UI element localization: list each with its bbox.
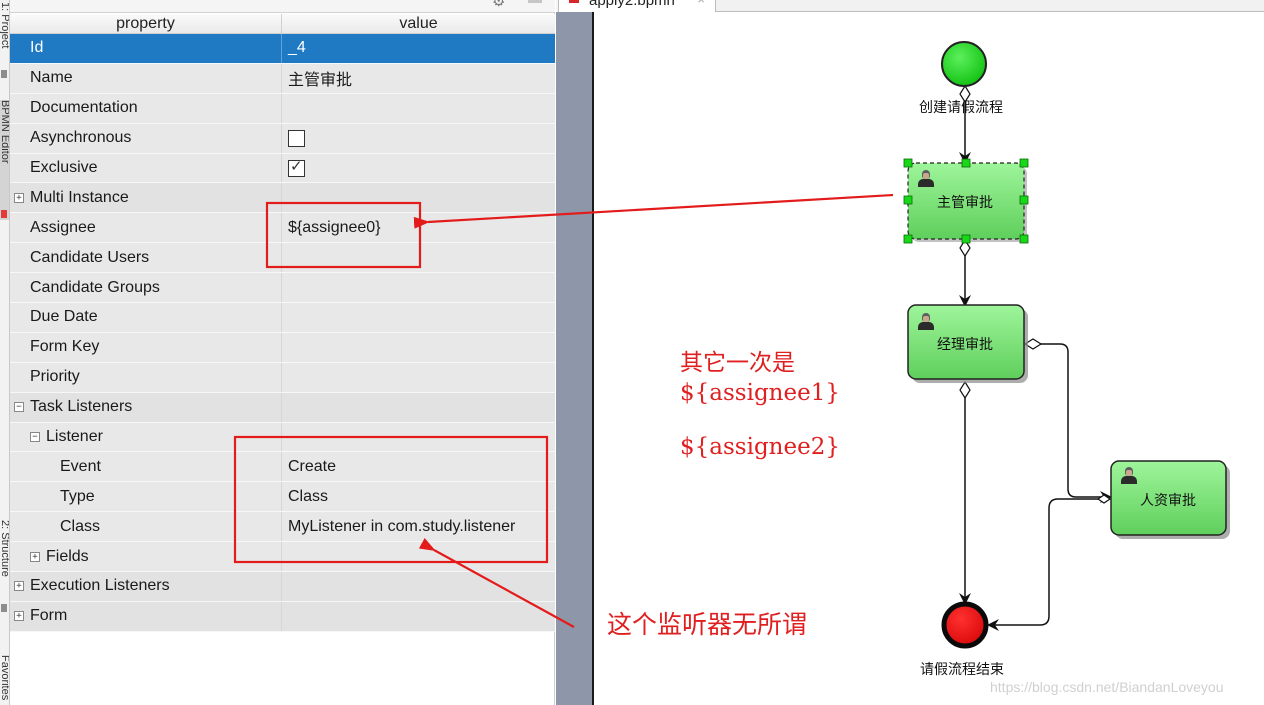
resize-handle[interactable] [961,158,971,168]
end-event-label: 请假流程结束 [920,662,1004,678]
screenshot-root: 1: Project BPMN Editor 2: Structure Favo… [0,0,1264,705]
start-event[interactable] [941,41,987,87]
resize-handle[interactable] [903,195,913,205]
resize-handle[interactable] [961,234,971,244]
start-event-label: 创建请假流程 [919,100,1003,116]
resize-handle[interactable] [1019,234,1029,244]
flow-hr-to-end[interactable] [987,498,1108,631]
annotation-note-line2: ${assignee1} [680,380,840,406]
end-event[interactable] [941,601,989,649]
highlight-box-assignee [265,201,422,269]
task-manager-label: 经理审批 [937,337,993,353]
task-hr-label: 人资审批 [1140,493,1196,509]
user-task-icon [918,312,934,330]
watermark: https://blog.csdn.net/BiandanLoveyou [990,679,1224,695]
task-supervisor-label: 主管审批 [937,195,993,211]
resize-handle[interactable] [903,234,913,244]
annotation-listener-note: 这个监听器无所谓 [607,610,808,639]
flow-source-diamond [1096,494,1112,504]
highlight-box-listener [233,435,549,564]
user-task-icon [918,169,934,187]
resize-handle[interactable] [1019,158,1029,168]
flow-manager-to-hr[interactable] [1040,343,1112,503]
resize-handle[interactable] [903,158,913,168]
resize-handle[interactable] [1019,195,1029,205]
annotation-note-line1: 其它一次是 [680,350,795,376]
user-task-icon [1121,466,1137,484]
bpmn-diagram [233,41,1230,649]
flow-source-diamond [959,380,971,400]
annotation-arrow-assignee [413,193,894,229]
annotation-note-line3: ${assignee2} [680,434,840,460]
